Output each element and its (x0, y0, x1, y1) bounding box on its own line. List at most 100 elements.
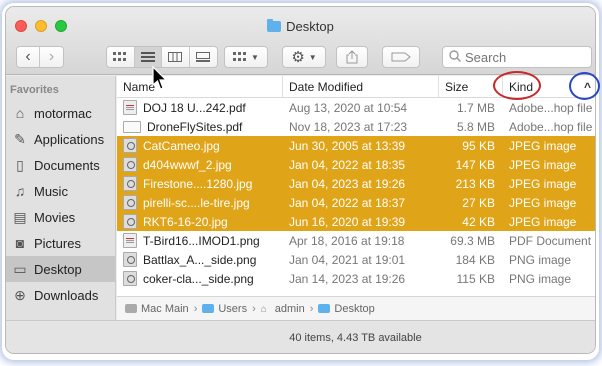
search-icon (449, 49, 461, 65)
file-date: Jun 16, 2020 at 19:39 (289, 214, 406, 229)
movies-icon: ▤ (13, 208, 27, 225)
forward-arrow-icon: › (48, 48, 55, 65)
finder-window: Desktop ‹ › ▼ ⚙ ▼ Search Favorites ⌂ mot… (5, 6, 596, 354)
file-date: Jan 04, 2022 at 18:35 (289, 157, 406, 172)
file-name: DroneFlySites.pdf (147, 119, 243, 134)
chevron-down-icon: ▼ (251, 52, 259, 62)
back-arrow-icon: ‹ (25, 48, 31, 65)
table-row-selected[interactable]: d404wwwf_2.jpg Jan 04, 2022 at 18:35 147… (117, 155, 595, 174)
gallery-view-icon (196, 52, 211, 62)
file-kind: JPEG image (509, 157, 577, 172)
path-item-label: Desktop (334, 302, 375, 315)
column-view-button[interactable] (162, 47, 190, 67)
sidebar-item-pictures[interactable]: ◙ Pictures (6, 230, 115, 256)
sidebar-item-music[interactable]: ♫ Music (6, 178, 115, 204)
image-icon (123, 176, 137, 191)
icon-view-button[interactable] (107, 47, 135, 67)
document-icon (123, 233, 137, 248)
table-row-selected[interactable]: RKT6-16-20.jpg Jun 16, 2020 at 19:39 42 … (117, 212, 595, 231)
file-size: 115 KB (456, 271, 495, 286)
sidebar-item-movies[interactable]: ▤ Movies (6, 204, 115, 230)
share-button[interactable] (336, 46, 368, 68)
folder-icon (202, 304, 215, 313)
path-item-mac-main[interactable]: Mac Main (125, 303, 189, 315)
path-bar: Mac Main › Users › ⌂ admin › Desktop (117, 296, 595, 320)
path-item-users[interactable]: Users (202, 303, 247, 315)
file-name: RKT6-16-20.jpg (143, 214, 228, 229)
sidebar-item-documents[interactable]: ▯ Documents (6, 152, 115, 178)
sort-highlight-annotation (569, 72, 600, 100)
file-name: coker-cla..._side.png (143, 271, 254, 286)
file-kind: PNG image (509, 271, 572, 286)
sidebar: Favorites ⌂ motormac ✎ Applications ▯ Docum… (6, 76, 116, 353)
file-date: Jun 30, 2005 at 13:39 (289, 138, 406, 153)
action-button[interactable]: ⚙ ▼ (282, 46, 326, 68)
sidebar-item-label: Applications (34, 131, 105, 147)
path-item-label: admin (274, 302, 305, 315)
table-row-selected[interactable]: Firestone....1280.jpg Jan 04, 2023 at 19… (117, 174, 595, 193)
table-row[interactable]: DOJ 18 U...242.pdf Aug 13, 2020 at 10:54… (117, 98, 595, 117)
pdf-icon (123, 100, 137, 115)
gallery-view-button[interactable] (189, 47, 217, 67)
file-kind: JPEG image (509, 214, 577, 229)
toolbar: Desktop ‹ › ▼ ⚙ ▼ (6, 7, 595, 75)
forward-button[interactable]: › (40, 47, 63, 67)
path-separator-icon: › (309, 302, 314, 315)
table-row[interactable]: T-Bird16...IMOD1.png Apr 18, 2016 at 19:… (117, 231, 595, 250)
file-date: Nov 18, 2023 at 17:23 (289, 119, 408, 134)
sidebar-item-desktop[interactable]: ▭ Desktop (6, 256, 115, 282)
file-name: pirelli-sc....le-tire.jpg (143, 195, 250, 210)
column-name[interactable]: Name (117, 76, 283, 97)
file-kind: JPEG image (509, 195, 577, 210)
column-date-modified[interactable]: Date Modified (283, 76, 439, 97)
path-separator-icon: › (252, 302, 256, 315)
downloads-icon: ⊕ (14, 286, 26, 303)
file-name: CatCameo.jpg (143, 138, 220, 153)
tag-icon (391, 52, 411, 62)
image-icon (123, 252, 137, 267)
back-button[interactable]: ‹ (17, 47, 41, 67)
search-field[interactable] (442, 46, 592, 68)
chevron-down-icon: ▼ (308, 52, 317, 62)
image-icon (123, 195, 137, 210)
column-view-icon (168, 52, 183, 62)
image-icon (123, 157, 137, 172)
file-size: 69.3 MB (450, 233, 495, 248)
file-name: d404wwwf_2.jpg (143, 157, 232, 172)
document-icon: ▯ (16, 156, 24, 173)
home-icon: ⌂ (260, 303, 267, 315)
mouse-cursor-icon (152, 66, 168, 90)
home-icon: ⌂ (15, 105, 25, 121)
sidebar-item-label: Movies (34, 209, 76, 225)
table-row[interactable]: Battlax_A..._side.png Jan 04, 2021 at 19… (117, 250, 595, 269)
path-item-desktop[interactable]: Desktop (318, 302, 375, 315)
tags-button[interactable] (382, 46, 420, 68)
file-name: DOJ 18 U...242.pdf (143, 100, 246, 115)
pictures-icon: ◙ (15, 235, 25, 251)
file-size: 5.8 MB (456, 119, 495, 134)
file-size: 147 KB (455, 157, 495, 172)
file-name: T-Bird16...IMOD1.png (143, 233, 260, 248)
table-row[interactable]: coker-cla..._side.png Jan 14, 2023 at 19… (117, 269, 595, 288)
search-input[interactable] (465, 49, 585, 65)
table-row-selected[interactable]: pirelli-sc....le-tire.jpg Jan 04, 2022 a… (117, 193, 595, 212)
path-item-admin[interactable]: ⌂ admin (261, 303, 305, 315)
image-icon (123, 214, 137, 229)
sidebar-item-label: Music (34, 183, 68, 199)
list-view-button[interactable] (134, 47, 162, 67)
path-item-label: Users (218, 302, 248, 315)
sidebar-item-downloads[interactable]: ⊕ Downloads (6, 282, 115, 308)
sidebar-heading: Favorites (10, 84, 59, 96)
group-by-button[interactable]: ▼ (224, 46, 268, 68)
pdf-icon (123, 120, 141, 133)
sidebar-item-applications[interactable]: ✎ Applications (6, 126, 115, 152)
path-item-label: Mac Main (141, 302, 189, 315)
table-row-selected[interactable]: CatCameo.jpg Jun 30, 2005 at 13:39 95 KB… (117, 136, 595, 155)
sidebar-item-motormac[interactable]: ⌂ motormac (6, 100, 115, 126)
file-name: Battlax_A..._side.png (143, 252, 257, 267)
file-kind: Adobe...hop file (509, 119, 593, 134)
file-date: Jan 14, 2023 at 19:26 (289, 271, 406, 286)
table-row[interactable]: DroneFlySites.pdf Nov 18, 2023 at 17:23 … (117, 117, 595, 136)
file-kind: JPEG image (509, 138, 577, 153)
file-date: Aug 13, 2020 at 10:54 (289, 100, 408, 115)
